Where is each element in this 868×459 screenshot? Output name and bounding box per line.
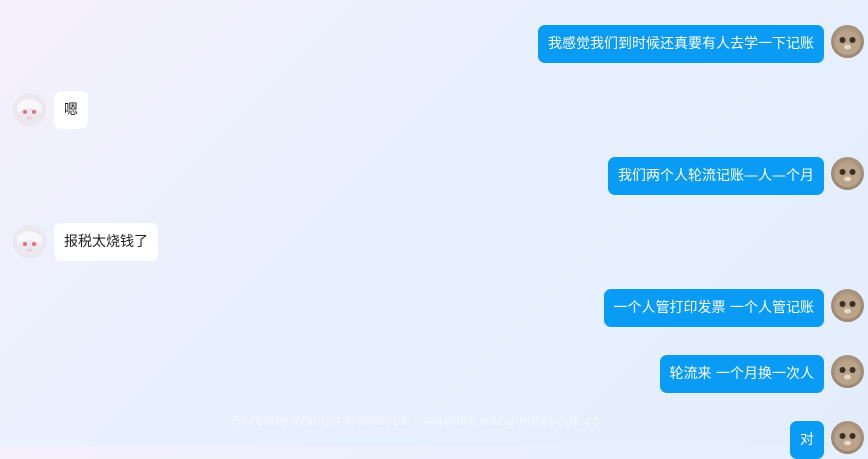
message-bubble-outgoing[interactable]: 对 (790, 421, 824, 459)
message-bubble-outgoing[interactable]: 轮流来 一个月换一次人 (659, 355, 824, 393)
message-row-outgoing: 轮流来 一个月换一次人 (0, 355, 868, 393)
message-row-outgoing: 我们两个人轮流记账—人—个月 (0, 157, 868, 195)
message-bubble-incoming[interactable]: 报税太烧钱了 (54, 223, 158, 261)
message-bubble-outgoing[interactable]: 一个人管打印发票 一个人管记账 (603, 289, 824, 327)
message-bubble-incoming[interactable]: 嗯 (54, 91, 88, 129)
message-bubble-outgoing[interactable]: 我感觉我们到时候还真要有人去学一下记账 (538, 25, 824, 63)
message-row-outgoing: 我感觉我们到时候还真要有人去学一下记账 (0, 25, 868, 63)
anime-girl-avatar-icon[interactable] (13, 93, 46, 126)
cat-avatar-icon[interactable] (831, 355, 864, 388)
cat-avatar-icon[interactable] (831, 157, 864, 190)
cat-avatar-icon[interactable] (831, 421, 864, 454)
watermark: Serenity Wang's Notebook · serenity.wang… (232, 412, 600, 428)
cat-avatar-icon[interactable] (831, 25, 864, 58)
cat-avatar-icon[interactable] (831, 289, 864, 322)
chat-thread: 我感觉我们到时候还真要有人去学一下记账 嗯 我们两个人轮流记账—人—个月 报税太… (0, 0, 868, 459)
anime-girl-avatar-icon[interactable] (13, 225, 46, 258)
message-row-outgoing: 一个人管打印发票 一个人管记账 (0, 289, 868, 327)
message-row-incoming: 嗯 (0, 91, 200, 129)
message-row-incoming: 报税太烧钱了 (0, 223, 200, 261)
message-bubble-outgoing[interactable]: 我们两个人轮流记账—人—个月 (608, 157, 824, 195)
